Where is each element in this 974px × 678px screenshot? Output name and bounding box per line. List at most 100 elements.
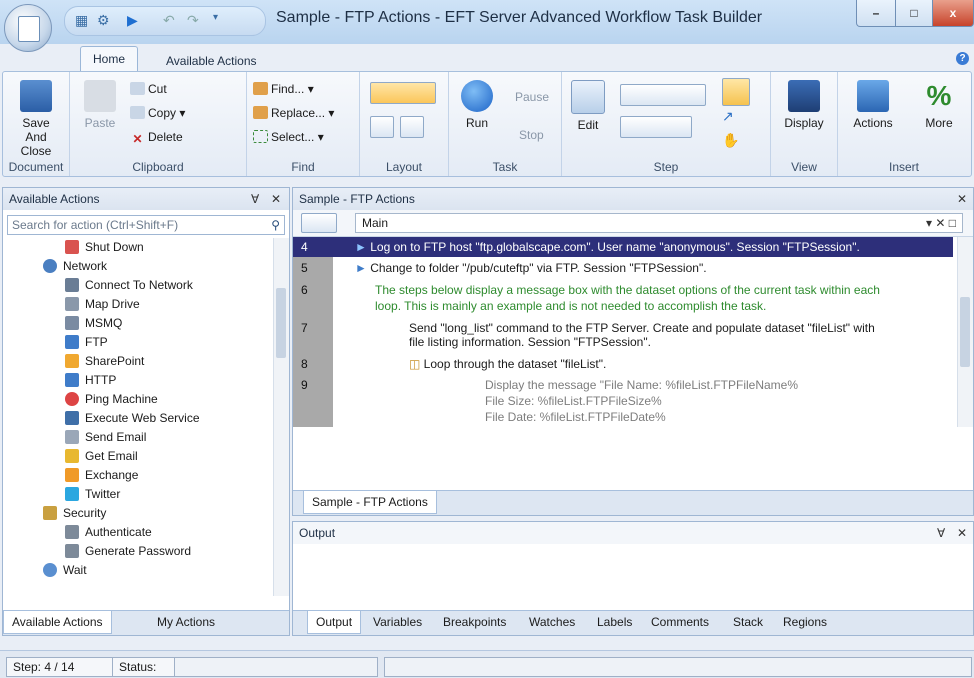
available-actions-panel: Available Actions ∀ ✕ Search for action … — [2, 187, 290, 636]
tab-home[interactable]: Home — [80, 46, 139, 72]
security-icon — [43, 506, 57, 520]
step-line-6-comment[interactable]: The steps below display a message box wi… — [375, 283, 880, 297]
puzzle-icon — [857, 80, 889, 112]
status-message — [384, 657, 972, 677]
stop-button[interactable]: Stop — [519, 126, 544, 144]
display-button[interactable]: Display — [777, 80, 831, 130]
tab-stack[interactable]: Stack — [725, 611, 771, 633]
tree-item-ping-machine[interactable]: Ping Machine — [65, 390, 158, 409]
find-icon — [253, 82, 268, 95]
close-panel-icon[interactable]: ✕ — [271, 188, 281, 210]
tree-item-map-drive[interactable]: Map Drive — [65, 295, 140, 314]
step-line-4[interactable]: ► Log on to FTP host "ftp.globalscape.co… — [355, 240, 860, 254]
qat-customize-icon[interactable]: ▾ — [213, 12, 218, 23]
tree-item-generate-password[interactable]: Generate Password — [65, 542, 191, 561]
tree-item-wait[interactable]: Wait — [43, 561, 87, 580]
action-search-input[interactable]: Search for action (Ctrl+Shift+F) ⚲ — [7, 215, 285, 235]
hand-icon[interactable]: ✋ — [722, 132, 748, 152]
tab-comments[interactable]: Comments — [643, 611, 717, 633]
pointer-icon[interactable] — [722, 78, 750, 106]
edit-icon — [571, 80, 605, 114]
close-editor-icon[interactable]: ✕ — [957, 188, 967, 210]
tree-item-send-email[interactable]: Send Email — [65, 428, 146, 447]
tab-available-actions[interactable]: Available Actions — [156, 50, 267, 72]
paste-button[interactable]: Paste — [80, 80, 120, 130]
find-button[interactable]: Find... ▾ — [253, 80, 314, 98]
tree-item-http[interactable]: HTTP — [65, 371, 116, 390]
step-line-9-date: File Date: %fileList.FTPFileDate% — [485, 410, 666, 424]
layout-align-icons[interactable] — [370, 82, 436, 104]
tab-watches[interactable]: Watches — [521, 611, 583, 633]
tree-item-connect-to-network[interactable]: Connect To Network — [65, 276, 193, 295]
minimize-button[interactable]: – — [856, 0, 896, 27]
step-line-8[interactable]: ◫ Loop through the dataset "fileList". — [409, 357, 606, 371]
section-combobox[interactable]: Main ▾ ✕ □ — [355, 213, 963, 233]
msmq-icon — [65, 316, 79, 330]
tree-item-exchange[interactable]: Exchange — [65, 466, 138, 485]
tree-item-sharepoint[interactable]: SharePoint — [65, 352, 144, 371]
step-line-9[interactable]: Display the message "File Name: %fileLis… — [485, 378, 798, 392]
step-move-icons[interactable] — [620, 116, 692, 138]
undo-icon[interactable]: ↶ — [163, 12, 175, 29]
tree-item-get-email[interactable]: Get Email — [65, 447, 138, 466]
more-button[interactable]: % More — [914, 80, 964, 130]
tree-item-msmq[interactable]: MSMQ — [65, 314, 122, 333]
select-button[interactable]: Select... ▾ — [253, 128, 324, 146]
copy-button[interactable]: Copy ▾ — [130, 104, 185, 122]
pin-icon[interactable]: ∀ — [937, 522, 945, 544]
run-button[interactable]: Run — [457, 80, 497, 130]
tree-item-twitter[interactable]: Twitter — [65, 485, 120, 504]
edit-button[interactable]: Edit — [568, 80, 608, 132]
close-output-icon[interactable]: ✕ — [957, 522, 967, 544]
layout-split-icon[interactable] — [400, 116, 424, 138]
delete-button[interactable]: ✕ Delete — [130, 128, 182, 146]
tree-item-shut-down[interactable]: Shut Down — [65, 238, 144, 257]
get-email-icon — [65, 449, 79, 463]
tab-variables[interactable]: Variables — [365, 611, 430, 633]
actions-scrollbar[interactable] — [273, 238, 289, 596]
tab-available-actions-panel[interactable]: Available Actions — [3, 611, 112, 634]
editor-toolbar: Main ▾ ✕ □ — [293, 210, 973, 237]
tab-breakpoints[interactable]: Breakpoints — [435, 611, 514, 633]
tree-item-network[interactable]: Network — [43, 257, 107, 276]
run-icon[interactable]: ▶ — [127, 12, 138, 29]
tab-output[interactable]: Output — [307, 611, 362, 634]
replace-button[interactable]: Replace... ▾ — [253, 104, 334, 122]
task-editor-panel: Sample - FTP Actions ✕ Main ▾ ✕ □ 4 ► Lo… — [292, 187, 974, 516]
pin-icon[interactable]: ∀ — [251, 188, 259, 210]
editor-scroll-thumb[interactable] — [960, 297, 970, 367]
search-icon[interactable]: ⚲ — [271, 216, 280, 234]
layout-grid-icon[interactable] — [370, 116, 394, 138]
scroll-thumb[interactable] — [276, 288, 286, 358]
tree-item-execute-web-service[interactable]: Execute Web Service — [65, 409, 200, 428]
editor-scrollbar[interactable] — [957, 237, 973, 427]
application-menu-button[interactable] — [4, 4, 52, 52]
help-icon[interactable]: ? — [956, 52, 969, 65]
connector-icon[interactable]: ↗ — [722, 108, 748, 128]
password-icon — [65, 544, 79, 558]
redo-icon[interactable]: ↷ — [187, 12, 199, 29]
save-icon[interactable]: ▦ — [75, 12, 88, 29]
save-close-button[interactable]: Save And Close — [11, 80, 61, 158]
tree-item-ftp[interactable]: FTP — [65, 333, 108, 352]
delete-icon: ✕ — [132, 132, 143, 146]
cut-button[interactable]: Cut — [130, 80, 167, 98]
tab-my-actions[interactable]: My Actions — [149, 611, 223, 633]
tree-item-security[interactable]: Security — [43, 504, 106, 523]
pause-button[interactable]: Pause — [515, 88, 549, 106]
actions-button[interactable]: Actions — [848, 80, 898, 130]
output-panel: Output ∀ ✕ Output Variables Breakpoints … — [292, 521, 974, 636]
editor-doc-tabs: Sample - FTP Actions — [293, 490, 973, 515]
tab-regions[interactable]: Regions — [775, 611, 835, 633]
tree-item-authenticate[interactable]: Authenticate — [65, 523, 152, 542]
maximize-button[interactable]: □ — [895, 0, 933, 27]
tab-sample-ftp-actions[interactable]: Sample - FTP Actions — [303, 491, 437, 514]
step-line-5[interactable]: ► Change to folder "/pub/cuteftp" via FT… — [355, 261, 707, 275]
step-line-7[interactable]: Send "long_list" command to the FTP Serv… — [409, 321, 875, 335]
step-navigation-icons[interactable] — [620, 84, 706, 106]
task-icon[interactable]: ⚙ — [97, 12, 110, 29]
combo-controls-icon[interactable]: ▾ ✕ □ — [926, 214, 956, 232]
document-dropdown-icon[interactable] — [301, 213, 337, 233]
close-button[interactable]: x — [932, 0, 974, 27]
tab-labels[interactable]: Labels — [589, 611, 640, 633]
